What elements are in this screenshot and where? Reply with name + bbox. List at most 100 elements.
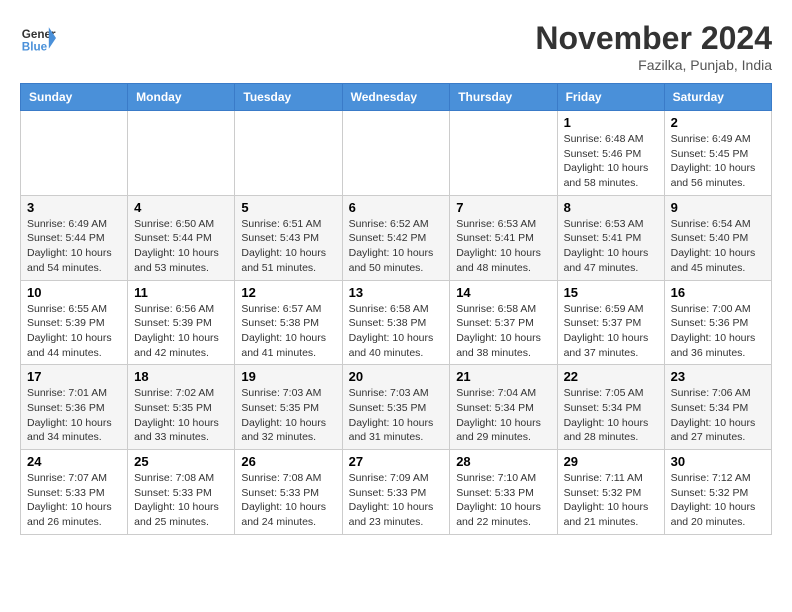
day-number: 10 [27,285,121,300]
calendar-cell: 14 Sunrise: 6:58 AM Sunset: 5:37 PM Dayl… [450,280,557,365]
day-number: 3 [27,200,121,215]
calendar-cell: 2 Sunrise: 6:49 AM Sunset: 5:45 PM Dayli… [664,111,771,196]
day-number: 20 [349,369,444,384]
calendar-cell: 6 Sunrise: 6:52 AM Sunset: 5:42 PM Dayli… [342,195,450,280]
day-number: 16 [671,285,765,300]
day-info: Sunrise: 7:03 AM Sunset: 5:35 PM Dayligh… [241,386,335,445]
calendar-cell: 7 Sunrise: 6:53 AM Sunset: 5:41 PM Dayli… [450,195,557,280]
calendar-cell: 9 Sunrise: 6:54 AM Sunset: 5:40 PM Dayli… [664,195,771,280]
day-info: Sunrise: 6:52 AM Sunset: 5:42 PM Dayligh… [349,217,444,276]
day-info: Sunrise: 6:50 AM Sunset: 5:44 PM Dayligh… [134,217,228,276]
week-row-1: 1 Sunrise: 6:48 AM Sunset: 5:46 PM Dayli… [21,111,772,196]
day-info: Sunrise: 7:06 AM Sunset: 5:34 PM Dayligh… [671,386,765,445]
day-number: 15 [564,285,658,300]
logo-icon: General Blue [20,20,56,56]
day-number: 9 [671,200,765,215]
day-info: Sunrise: 6:56 AM Sunset: 5:39 PM Dayligh… [134,302,228,361]
day-number: 11 [134,285,228,300]
day-info: Sunrise: 6:53 AM Sunset: 5:41 PM Dayligh… [564,217,658,276]
calendar-cell [21,111,128,196]
page-header: General Blue November 2024 Fazilka, Punj… [20,20,772,73]
day-number: 29 [564,454,658,469]
calendar-cell: 30 Sunrise: 7:12 AM Sunset: 5:32 PM Dayl… [664,450,771,535]
calendar-cell [235,111,342,196]
calendar-cell: 18 Sunrise: 7:02 AM Sunset: 5:35 PM Dayl… [128,365,235,450]
calendar-cell: 15 Sunrise: 6:59 AM Sunset: 5:37 PM Dayl… [557,280,664,365]
calendar-table: SundayMondayTuesdayWednesdayThursdayFrid… [20,83,772,535]
calendar-cell: 12 Sunrise: 6:57 AM Sunset: 5:38 PM Dayl… [235,280,342,365]
day-info: Sunrise: 6:54 AM Sunset: 5:40 PM Dayligh… [671,217,765,276]
day-number: 27 [349,454,444,469]
calendar-cell: 25 Sunrise: 7:08 AM Sunset: 5:33 PM Dayl… [128,450,235,535]
day-info: Sunrise: 6:49 AM Sunset: 5:45 PM Dayligh… [671,132,765,191]
day-number: 13 [349,285,444,300]
day-number: 14 [456,285,550,300]
day-info: Sunrise: 7:01 AM Sunset: 5:36 PM Dayligh… [27,386,121,445]
calendar-cell: 21 Sunrise: 7:04 AM Sunset: 5:34 PM Dayl… [450,365,557,450]
calendar-cell: 1 Sunrise: 6:48 AM Sunset: 5:46 PM Dayli… [557,111,664,196]
weekday-header-thursday: Thursday [450,84,557,111]
day-number: 25 [134,454,228,469]
day-number: 24 [27,454,121,469]
calendar-cell: 20 Sunrise: 7:03 AM Sunset: 5:35 PM Dayl… [342,365,450,450]
calendar-cell: 24 Sunrise: 7:07 AM Sunset: 5:33 PM Dayl… [21,450,128,535]
calendar-cell: 28 Sunrise: 7:10 AM Sunset: 5:33 PM Dayl… [450,450,557,535]
logo: General Blue [20,20,56,56]
calendar-cell: 8 Sunrise: 6:53 AM Sunset: 5:41 PM Dayli… [557,195,664,280]
weekday-header-wednesday: Wednesday [342,84,450,111]
month-title: November 2024 [535,20,772,57]
day-number: 8 [564,200,658,215]
svg-text:Blue: Blue [22,41,48,54]
day-info: Sunrise: 7:03 AM Sunset: 5:35 PM Dayligh… [349,386,444,445]
calendar-cell [342,111,450,196]
day-number: 7 [456,200,550,215]
day-info: Sunrise: 6:57 AM Sunset: 5:38 PM Dayligh… [241,302,335,361]
calendar-cell: 3 Sunrise: 6:49 AM Sunset: 5:44 PM Dayli… [21,195,128,280]
calendar-cell: 10 Sunrise: 6:55 AM Sunset: 5:39 PM Dayl… [21,280,128,365]
day-number: 17 [27,369,121,384]
day-info: Sunrise: 7:07 AM Sunset: 5:33 PM Dayligh… [27,471,121,530]
day-info: Sunrise: 7:08 AM Sunset: 5:33 PM Dayligh… [241,471,335,530]
weekday-header-friday: Friday [557,84,664,111]
calendar-cell [128,111,235,196]
week-row-2: 3 Sunrise: 6:49 AM Sunset: 5:44 PM Dayli… [21,195,772,280]
weekday-header-saturday: Saturday [664,84,771,111]
day-info: Sunrise: 6:49 AM Sunset: 5:44 PM Dayligh… [27,217,121,276]
calendar-cell: 27 Sunrise: 7:09 AM Sunset: 5:33 PM Dayl… [342,450,450,535]
weekday-header-tuesday: Tuesday [235,84,342,111]
calendar-cell: 23 Sunrise: 7:06 AM Sunset: 5:34 PM Dayl… [664,365,771,450]
calendar-cell: 26 Sunrise: 7:08 AM Sunset: 5:33 PM Dayl… [235,450,342,535]
title-block: November 2024 Fazilka, Punjab, India [535,20,772,73]
day-info: Sunrise: 6:55 AM Sunset: 5:39 PM Dayligh… [27,302,121,361]
day-info: Sunrise: 6:53 AM Sunset: 5:41 PM Dayligh… [456,217,550,276]
calendar-cell: 19 Sunrise: 7:03 AM Sunset: 5:35 PM Dayl… [235,365,342,450]
day-number: 4 [134,200,228,215]
calendar-cell: 22 Sunrise: 7:05 AM Sunset: 5:34 PM Dayl… [557,365,664,450]
day-number: 28 [456,454,550,469]
calendar-cell [450,111,557,196]
day-number: 12 [241,285,335,300]
calendar-cell: 29 Sunrise: 7:11 AM Sunset: 5:32 PM Dayl… [557,450,664,535]
day-info: Sunrise: 6:51 AM Sunset: 5:43 PM Dayligh… [241,217,335,276]
day-number: 1 [564,115,658,130]
calendar-cell: 5 Sunrise: 6:51 AM Sunset: 5:43 PM Dayli… [235,195,342,280]
day-info: Sunrise: 7:11 AM Sunset: 5:32 PM Dayligh… [564,471,658,530]
location: Fazilka, Punjab, India [535,57,772,73]
calendar-cell: 11 Sunrise: 6:56 AM Sunset: 5:39 PM Dayl… [128,280,235,365]
day-info: Sunrise: 6:58 AM Sunset: 5:38 PM Dayligh… [349,302,444,361]
weekday-header-monday: Monday [128,84,235,111]
calendar-cell: 13 Sunrise: 6:58 AM Sunset: 5:38 PM Dayl… [342,280,450,365]
day-number: 19 [241,369,335,384]
day-info: Sunrise: 7:10 AM Sunset: 5:33 PM Dayligh… [456,471,550,530]
weekday-header-row: SundayMondayTuesdayWednesdayThursdayFrid… [21,84,772,111]
day-number: 6 [349,200,444,215]
calendar-cell: 4 Sunrise: 6:50 AM Sunset: 5:44 PM Dayli… [128,195,235,280]
day-info: Sunrise: 7:04 AM Sunset: 5:34 PM Dayligh… [456,386,550,445]
day-number: 30 [671,454,765,469]
day-number: 26 [241,454,335,469]
day-number: 22 [564,369,658,384]
weekday-header-sunday: Sunday [21,84,128,111]
calendar-cell: 17 Sunrise: 7:01 AM Sunset: 5:36 PM Dayl… [21,365,128,450]
week-row-3: 10 Sunrise: 6:55 AM Sunset: 5:39 PM Dayl… [21,280,772,365]
day-number: 21 [456,369,550,384]
